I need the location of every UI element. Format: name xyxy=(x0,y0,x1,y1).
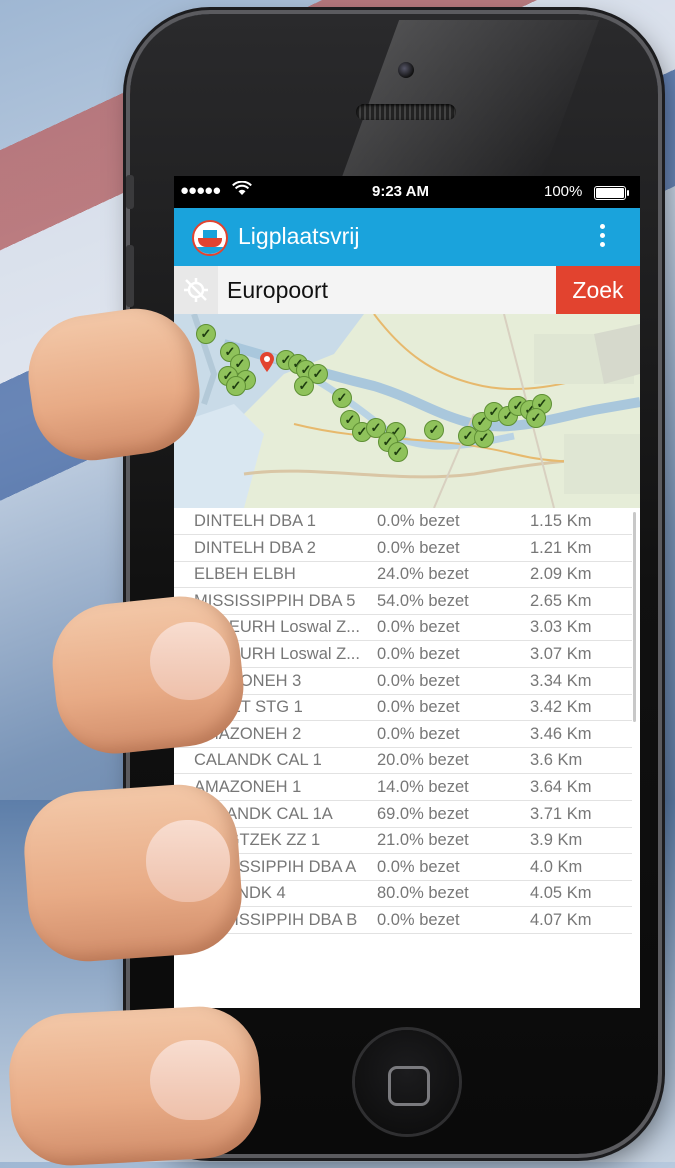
list-item[interactable]: AMAZONEH 2 0.0% bezet 3.46 Km xyxy=(174,721,632,748)
berth-distance: 4.05 Km xyxy=(530,884,592,903)
berth-distance: 2.09 Km xyxy=(530,565,592,584)
berth-occupancy: 54.0% bezet xyxy=(377,591,469,610)
list-item[interactable]: ELBEH ELBH 24.0% bezet 2.09 Km xyxy=(174,561,632,589)
battery-icon xyxy=(594,186,629,200)
berth-distance: 3.03 Km xyxy=(530,618,592,637)
list-item[interactable]: MISSISSIPPIH DBA A 0.0% bezet 4.0 Km xyxy=(174,854,632,881)
berth-distance: 4.0 Km xyxy=(530,857,583,876)
berth-occupancy: 69.0% bezet xyxy=(377,804,469,823)
fingernail xyxy=(146,820,230,902)
status-bar: ●●●●● 9:23 AM 100% xyxy=(174,176,640,208)
earpiece-speaker xyxy=(356,104,456,120)
berth-occupancy: 21.0% bezet xyxy=(377,831,469,850)
berth-name: CALANDK CAL 1 xyxy=(194,751,322,770)
search-bar: Zoek xyxy=(174,266,640,314)
map-view[interactable]: ✓ ✓ ✓ ✓ ✓ ✓ ✓ ✓ ✓ ✓ ✓ ✓ ✓ ✓ ✓ ✓ ✓ ✓ ✓ ✓ … xyxy=(174,314,640,508)
search-input[interactable] xyxy=(218,266,556,314)
checkmark-icon[interactable]: ✓ xyxy=(196,324,216,344)
location-off-icon[interactable] xyxy=(174,266,218,314)
list-item[interactable]: SCHEURH Loswal Z... 0.0% bezet 3.03 Km xyxy=(174,614,632,642)
mute-switch xyxy=(126,175,134,209)
berth-occupancy: 0.0% bezet xyxy=(377,911,460,929)
berth-occupancy: 0.0% bezet xyxy=(377,671,460,690)
berth-distance: 3.71 Km xyxy=(530,804,592,823)
berth-distance: 3.07 Km xyxy=(530,645,592,663)
map-pin-icon xyxy=(260,352,274,377)
wifi-icon xyxy=(232,180,252,201)
berth-occupancy: 80.0% bezet xyxy=(377,884,469,903)
list-item[interactable]: MISSISSIPPIH DBA B 0.0% bezet 4.07 Km xyxy=(174,907,632,934)
app-toolbar: Ligplaatsvrij xyxy=(174,208,640,266)
list-item[interactable]: DINTELH DBA 1 0.0% bezet 1.15 Km xyxy=(174,508,632,535)
checkmark-icon[interactable]: ✓ xyxy=(424,420,444,440)
list-item[interactable]: CALANDK 480.0% bezet4.05 Km xyxy=(174,880,632,908)
berth-distance: 1.21 Km xyxy=(530,538,592,557)
status-time: 9:23 AM xyxy=(372,183,429,200)
checkmark-icon[interactable]: ✓ xyxy=(294,376,314,396)
overflow-menu-icon[interactable] xyxy=(598,224,606,250)
ship-icon xyxy=(192,220,228,256)
volume-up-button xyxy=(126,245,134,307)
signal-strength-icon: ●●●●● xyxy=(180,182,221,199)
app-screen: ●●●●● 9:23 AM 100% Ligplaatsvrij Europoo… xyxy=(174,176,640,1008)
berth-occupancy: 24.0% bezet xyxy=(377,565,469,584)
berth-occupancy: 0.0% bezet xyxy=(377,512,460,530)
berth-distance: 4.07 Km xyxy=(530,911,592,929)
berth-name: DINTELH DBA 1 xyxy=(194,512,316,530)
list-item[interactable]: CALANDK CAL 1A 69.0% bezet 3.71 Km xyxy=(174,801,632,828)
berth-occupancy: 0.0% bezet xyxy=(377,698,460,717)
berth-name: ELBEH ELBH xyxy=(194,565,296,584)
checkmark-icon[interactable]: ✓ xyxy=(526,408,546,428)
checkmark-icon[interactable]: ✓ xyxy=(332,388,352,408)
berth-distance: 3.6 Km xyxy=(530,751,583,770)
berth-occupancy: 0.0% bezet xyxy=(377,645,460,663)
list-item[interactable]: CALANDK CAL 1 20.0% bezet 3.6 Km xyxy=(174,747,632,775)
checkmark-icon[interactable]: ✓ xyxy=(226,376,246,396)
berth-distance: 3.64 Km xyxy=(530,778,592,796)
checkmark-icon[interactable]: ✓ xyxy=(388,442,408,462)
berth-occupancy: 0.0% bezet xyxy=(377,857,460,876)
map-tiles xyxy=(174,314,640,508)
berth-name: MISSISSIPPIH DBA 5 xyxy=(194,591,356,610)
berth-occupancy: 0.0% bezet xyxy=(377,618,460,637)
app-title: Ligplaatsvrij xyxy=(238,223,360,249)
berth-distance: 3.46 Km xyxy=(530,724,592,743)
list-item[interactable]: AMAZONEH 1 14.0% bezet 3.64 Km xyxy=(174,774,632,801)
berth-occupancy: 0.0% bezet xyxy=(377,724,460,743)
berth-occupancy: 0.0% bezet xyxy=(377,538,460,557)
fingernail xyxy=(150,1040,240,1120)
berth-distance: 2.65 Km xyxy=(530,591,592,610)
berth-occupancy: 20.0% bezet xyxy=(377,751,469,770)
battery-percentage: 100% xyxy=(544,183,583,200)
berth-name: DINTELH DBA 2 xyxy=(194,538,316,557)
berth-distance: 1.15 Km xyxy=(530,512,592,530)
berth-distance: 3.42 Km xyxy=(530,698,592,717)
berth-distance: 3.9 Km xyxy=(530,831,583,850)
search-button[interactable]: Zoek xyxy=(556,266,640,314)
list-item[interactable]: MISSISSIPPIH DBA 5 54.0% bezet 2.65 Km xyxy=(174,588,632,615)
front-camera xyxy=(398,62,414,78)
fingernail xyxy=(150,622,230,700)
list-item[interactable]: DINTELH DBA 2 0.0% bezet 1.21 Km xyxy=(174,535,632,562)
list-item[interactable]: SCHEURH Loswal Z... 0.0% bezet 3.07 Km xyxy=(174,641,632,668)
scrollbar[interactable] xyxy=(633,512,636,722)
list-item[interactable]: YANGTZEK ZZ 1 21.0% bezet 3.9 Km xyxy=(174,827,632,855)
list-item[interactable]: 4E PET STG 1 0.0% bezet 3.42 Km xyxy=(174,694,632,722)
berth-occupancy: 14.0% bezet xyxy=(377,778,469,796)
berth-list: DINTELH DBA 1 0.0% bezet 1.15 Km DINTELH DB… xyxy=(174,508,640,1008)
home-button-square-icon xyxy=(388,1066,430,1106)
berth-distance: 3.34 Km xyxy=(530,671,592,690)
